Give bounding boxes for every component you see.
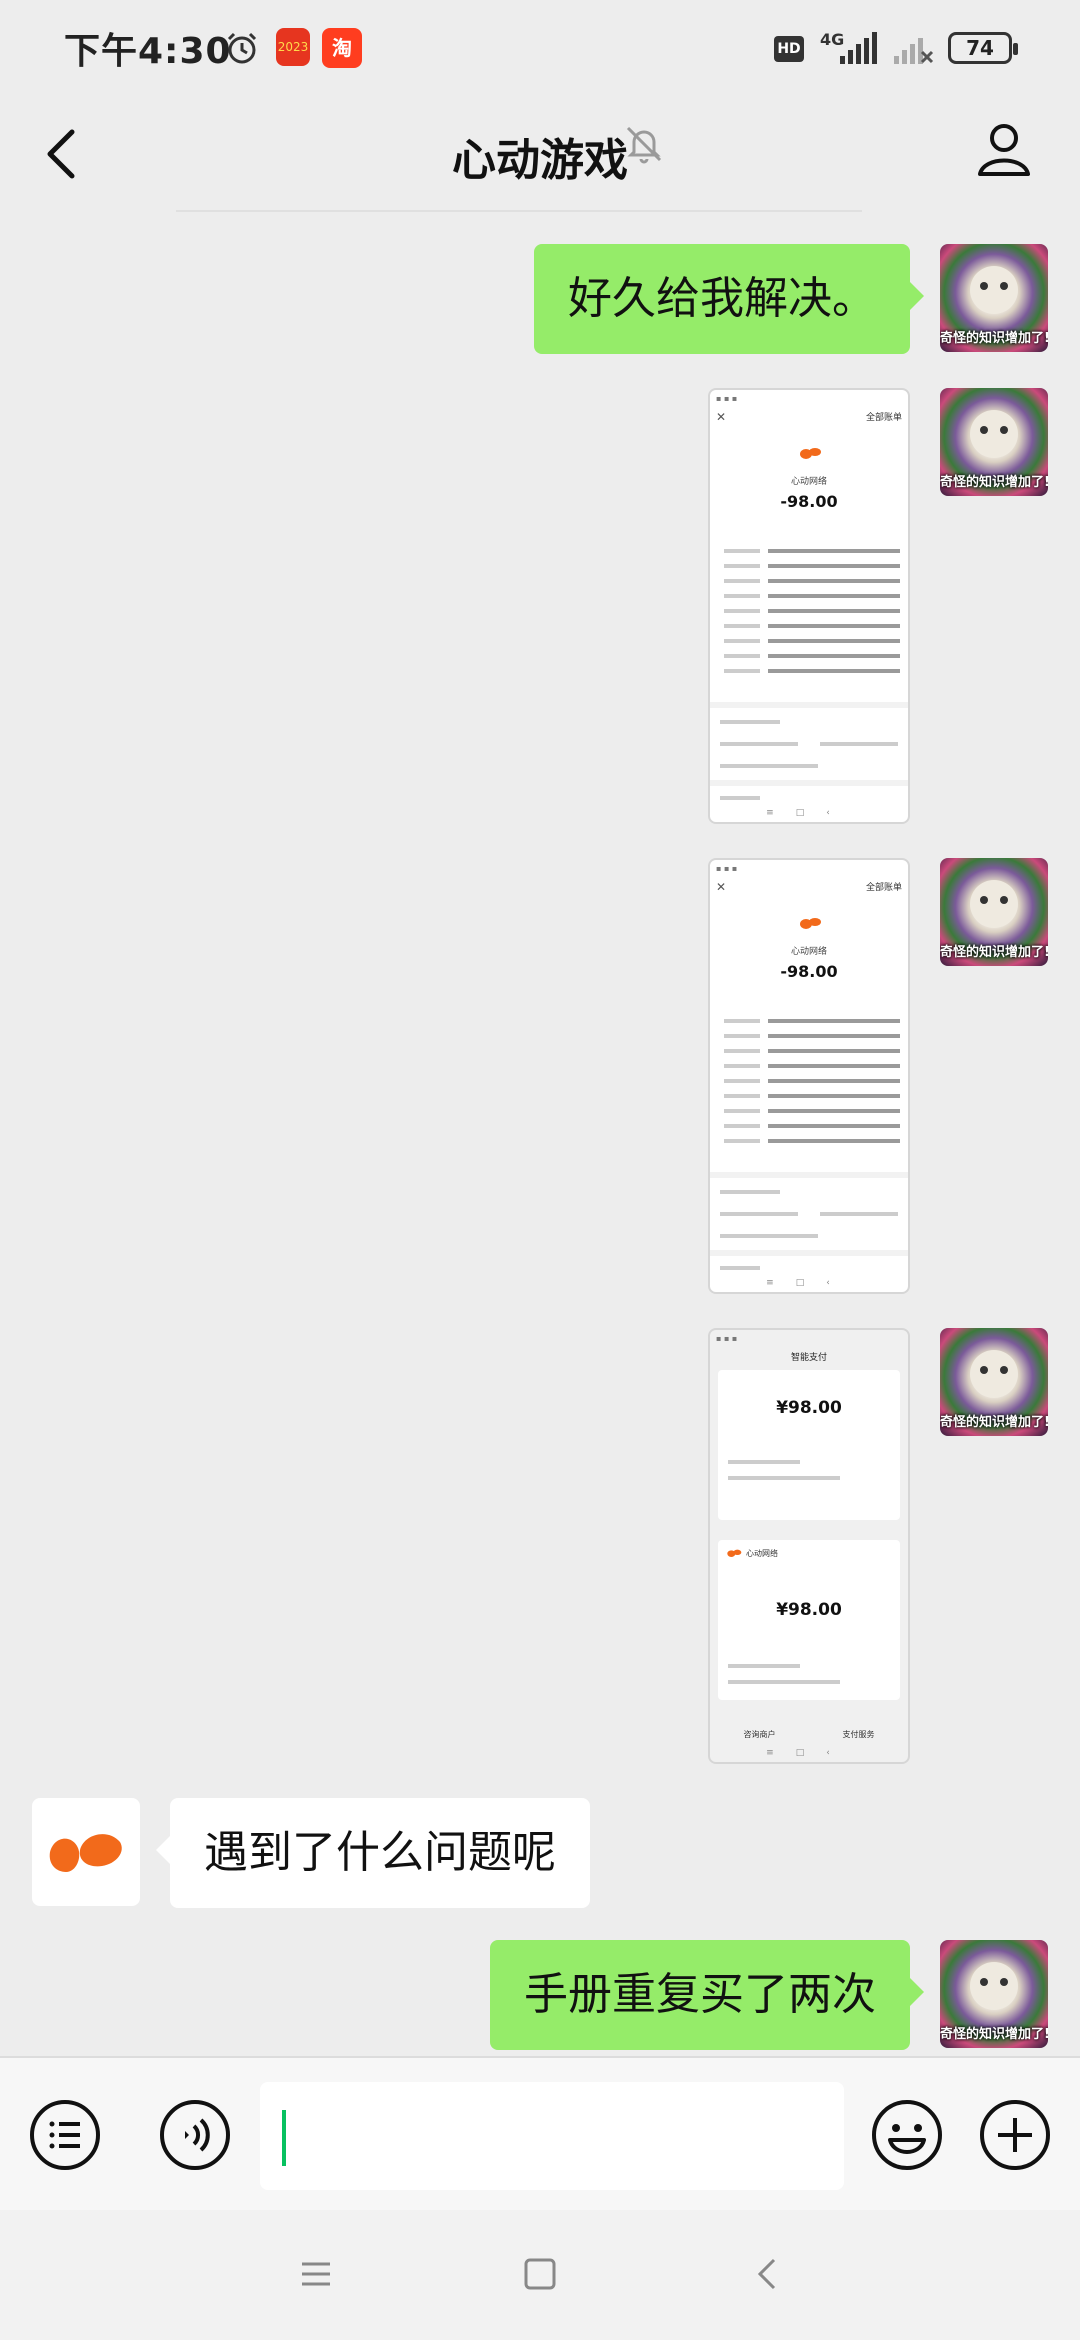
merchant-name: 心动网络 [790, 477, 827, 487]
bill-link: 全部账单 [865, 883, 902, 893]
image-message-payment[interactable]: ▪ ▪ ▪ 智能支付 ¥98.00 心动网络 ¥98.00 咨询商户 支付服务 … [708, 1328, 910, 1764]
battery-level: 74 [948, 32, 1018, 64]
avatar-caption: 奇怪的知识增加了! [940, 2027, 1048, 2042]
status-bar: 下午4:30 2023 淘 HD 4G 74 [0, 0, 1080, 96]
message-bubble-outgoing[interactable]: 手册重复买了两次 [490, 1940, 924, 2050]
payment-amount: ¥98.00 [776, 1398, 842, 1418]
avatar-caption: 奇怪的知识增加了! [940, 945, 1048, 960]
avatar-caption: 奇怪的知识增加了! [940, 1415, 1048, 1430]
header-divider [176, 210, 862, 212]
footer-right: 支付服务 [842, 1730, 875, 1739]
close-icon: ✕ [716, 880, 727, 894]
bill-link: 全部账单 [865, 413, 902, 423]
amount: -98.00 [780, 962, 838, 981]
status-time: 下午4:30 [64, 31, 232, 72]
merchant-name: 心动网络 [790, 947, 827, 957]
person-icon[interactable] [972, 116, 1036, 180]
message-bubble-incoming[interactable]: 遇到了什么问题呢 [156, 1798, 590, 1908]
avatar-caption: 奇怪的知识增加了! [940, 475, 1048, 490]
plus-icon[interactable] [978, 2098, 1052, 2172]
brand-logo-icon [727, 1549, 742, 1557]
payment-header: 智能支付 [790, 1353, 827, 1363]
my-avatar[interactable]: 奇怪的知识增加了! [940, 1940, 1048, 2048]
voice-icon[interactable] [158, 2098, 232, 2172]
avatar-caption: 奇怪的知识增加了! [940, 331, 1048, 346]
footer-left: 咨询商户 [743, 1730, 776, 1739]
message-input[interactable] [260, 2082, 844, 2190]
text-cursor [282, 2110, 286, 2166]
home-icon[interactable] [516, 2250, 564, 2298]
hd-voice-icon: HD [774, 36, 804, 62]
image-message-bill[interactable]: ▪ ▪ ▪ ✕ 全部账单 心动网络 -98.00 ≡□‹ [708, 388, 910, 824]
my-avatar[interactable]: 奇怪的知识增加了! [940, 1328, 1048, 1436]
signal-icon [840, 32, 877, 64]
signal-2-icon [894, 38, 934, 64]
chat-header: 心动游戏 [0, 96, 1080, 212]
payment-amount: ¥98.00 [776, 1600, 842, 1620]
menu-list-icon[interactable] [28, 2098, 102, 2172]
brand-logo-icon [800, 448, 821, 459]
brand-logo-icon [800, 918, 821, 929]
message-bubble-outgoing[interactable]: 好久给我解决。 [534, 244, 924, 354]
brand-logo-icon [49, 1834, 122, 1872]
my-avatar[interactable]: 奇怪的知识增加了! [940, 244, 1048, 352]
message-text: 遇到了什么问题呢 [204, 1827, 556, 1878]
close-icon: ✕ [716, 410, 727, 424]
emoji-icon[interactable] [870, 2098, 944, 2172]
my-avatar[interactable]: 奇怪的知识增加了! [940, 858, 1048, 966]
contact-avatar[interactable] [32, 1798, 140, 1906]
message-text: 好久给我解决。 [568, 273, 876, 324]
my-avatar[interactable]: 奇怪的知识增加了! [940, 388, 1048, 496]
system-navigation-bar [0, 2210, 1080, 2340]
message-text: 手册重复买了两次 [524, 1969, 876, 2020]
back-icon[interactable] [744, 2250, 792, 2298]
app-notification-icon: 2023 [276, 28, 310, 66]
menu-icon[interactable] [292, 2250, 340, 2298]
chat-title: 心动游戏 [452, 135, 628, 186]
taobao-notification-icon: 淘 [322, 28, 362, 68]
image-message-bill[interactable]: ▪ ▪ ▪ ✕ 全部账单 心动网络 -98.00 ≡□‹ [708, 858, 910, 1294]
merchant-name: 心动网络 [746, 1549, 778, 1558]
input-bar [0, 2056, 1080, 2210]
amount: -98.00 [780, 492, 838, 511]
mute-bell-icon [626, 126, 662, 164]
alarm-icon [227, 32, 257, 64]
